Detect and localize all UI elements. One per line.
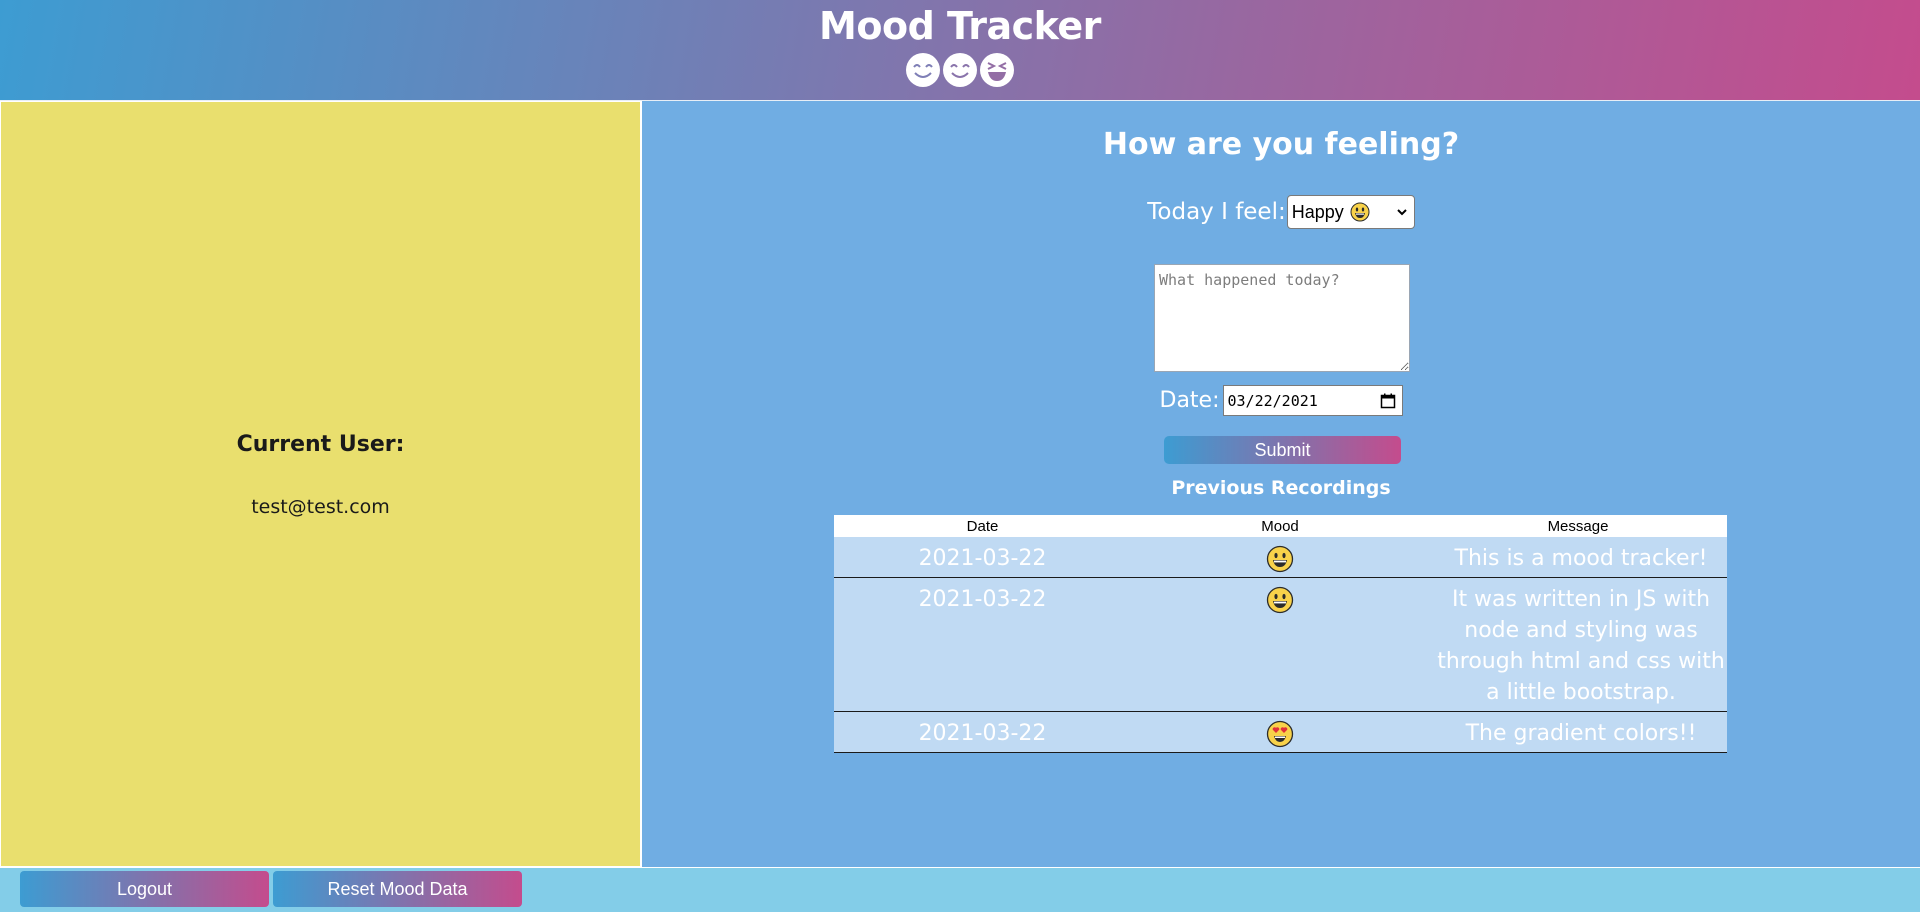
reset-mood-data-button[interactable]: Reset Mood Data bbox=[273, 871, 522, 907]
table-row: 2021-03-22 It was written in JS with nod… bbox=[834, 577, 1727, 712]
date-row: Date: 03/22/2021 bbox=[642, 385, 1920, 416]
column-header-message: Message bbox=[1429, 515, 1727, 537]
mood-label: Today I feel: bbox=[1147, 199, 1286, 225]
laughing-face-icon bbox=[980, 53, 1014, 87]
current-user-email: test@test.com bbox=[251, 496, 390, 518]
row-date: 2021-03-22 bbox=[834, 711, 1131, 753]
user-panel: Current User: test@test.com bbox=[0, 101, 641, 867]
smiling-face-icon bbox=[906, 53, 940, 87]
column-header-date: Date bbox=[834, 515, 1131, 537]
notes-textarea[interactable] bbox=[1154, 264, 1410, 372]
calendar-icon[interactable] bbox=[1380, 393, 1396, 409]
row-mood bbox=[1131, 537, 1429, 578]
mood-form-panel: How are you feeling? Today I feel: Happy… bbox=[641, 101, 1920, 867]
row-mood bbox=[1131, 577, 1429, 712]
current-user-label: Current User: bbox=[236, 432, 405, 457]
smiling-face-icon bbox=[943, 53, 977, 87]
form-heading: How are you feeling? bbox=[1102, 127, 1460, 162]
row-mood bbox=[1131, 711, 1429, 753]
date-input[interactable]: 03/22/2021 bbox=[1222, 385, 1403, 416]
table-row: 2021-03-22 This is a mood tracker! bbox=[834, 537, 1727, 578]
row-date: 2021-03-22 bbox=[834, 577, 1131, 712]
column-header-mood: Mood bbox=[1131, 515, 1429, 537]
row-date: 2021-03-22 bbox=[834, 537, 1131, 578]
footer-bar: Logout Reset Mood Data bbox=[0, 867, 1920, 912]
table-row: 2021-03-22 The gradient colors!! bbox=[834, 711, 1727, 753]
grinning-face-icon bbox=[1350, 202, 1370, 222]
date-label: Date: bbox=[1159, 388, 1220, 413]
header-face-icons bbox=[0, 52, 1920, 88]
row-message: It was written in JS with node and styli… bbox=[1429, 577, 1727, 712]
app-header: Mood Tracker bbox=[0, 0, 1920, 101]
mood-row: Today I feel: Happy bbox=[642, 195, 1920, 229]
recordings-heading: Previous Recordings bbox=[1171, 477, 1391, 499]
logout-button[interactable]: Logout bbox=[20, 871, 269, 907]
submit-button[interactable]: Submit bbox=[1164, 436, 1401, 464]
row-message: This is a mood tracker! bbox=[1429, 537, 1727, 578]
app-title: Mood Tracker bbox=[819, 4, 1101, 48]
grinning-face-icon bbox=[1266, 586, 1294, 614]
recordings-table: Date Mood Message 2021-03-22 This is a m… bbox=[834, 515, 1727, 753]
heart-eyes-face-icon bbox=[1266, 720, 1294, 748]
date-value: 03/22/2021 bbox=[1227, 391, 1318, 410]
mood-select-value: Happy bbox=[1291, 201, 1344, 222]
chevron-down-icon bbox=[1397, 209, 1407, 216]
table-header-row: Date Mood Message bbox=[834, 515, 1727, 537]
row-message: The gradient colors!! bbox=[1429, 711, 1727, 753]
grinning-face-icon bbox=[1266, 545, 1294, 573]
mood-select[interactable]: Happy bbox=[1286, 195, 1415, 229]
